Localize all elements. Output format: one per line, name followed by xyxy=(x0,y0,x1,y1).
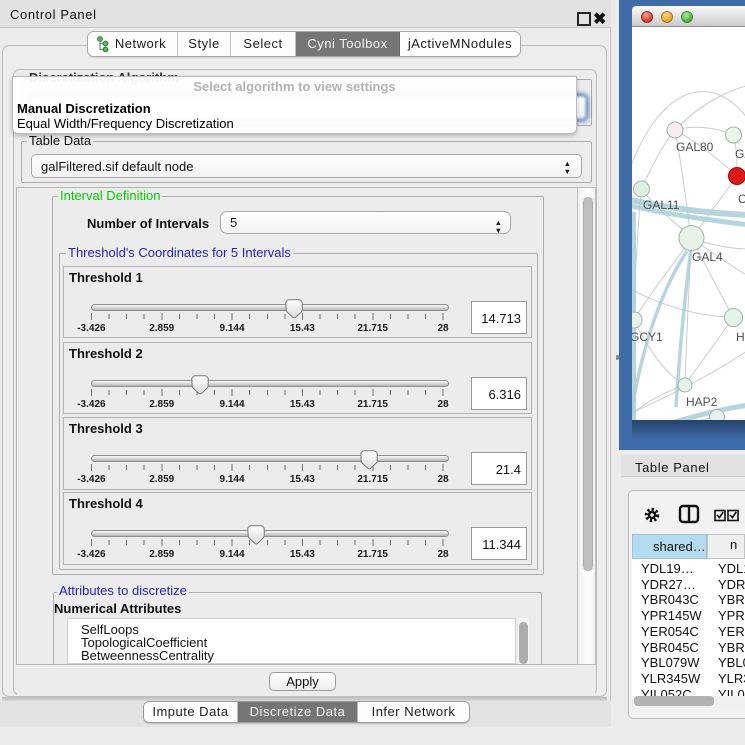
svg-text:GAL11: GAL11 xyxy=(643,198,680,212)
svg-text:GA: GA xyxy=(735,147,745,161)
svg-text:C: C xyxy=(738,192,745,206)
svg-text:GCY1: GCY1 xyxy=(632,330,663,344)
svg-text:HAP2: HAP2 xyxy=(686,395,718,409)
svg-text:GAL4: GAL4 xyxy=(692,250,723,264)
svg-text:GAL80: GAL80 xyxy=(676,140,714,154)
svg-text:H: H xyxy=(736,330,745,344)
